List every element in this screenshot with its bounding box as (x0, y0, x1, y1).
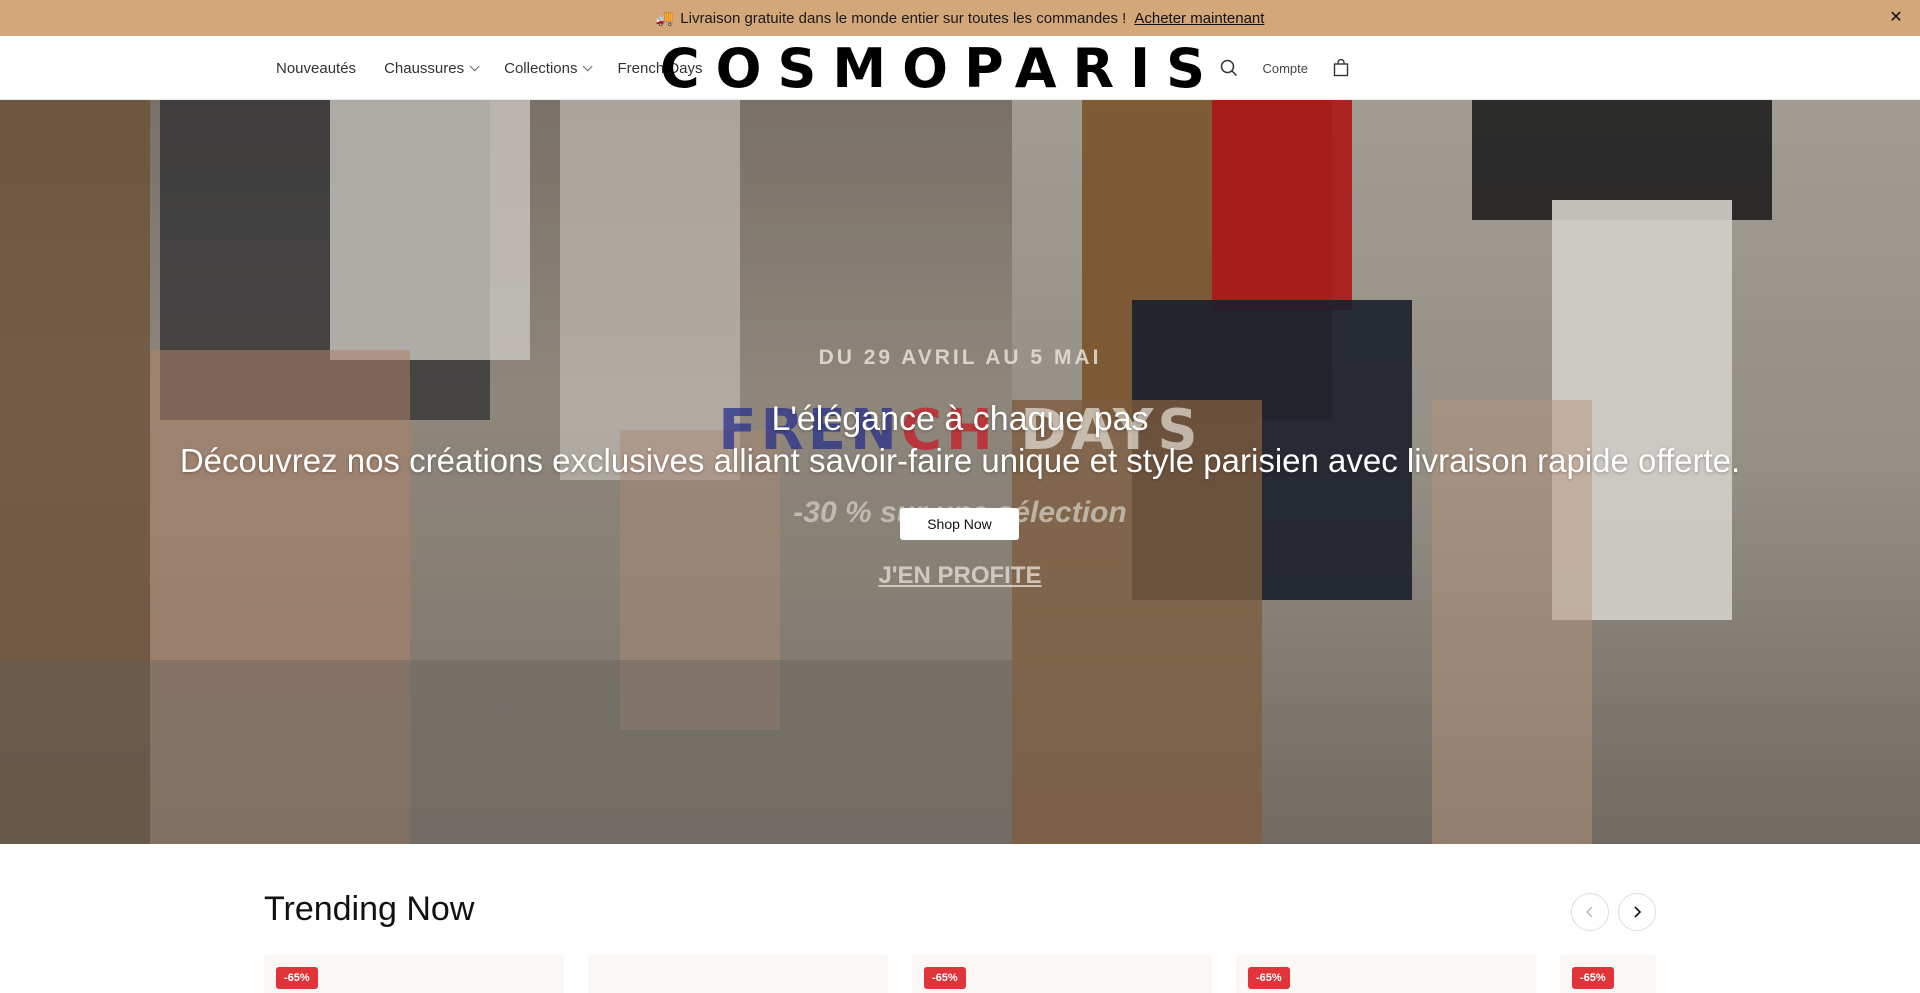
announcement-bar: 🚚 Livraison gratuite dans le monde entie… (0, 0, 1920, 36)
hero-title: L'élégance à chaque pas (771, 400, 1149, 438)
hero-subtitle: Découvrez nos créations exclusives allia… (179, 442, 1741, 479)
carousel-next-button[interactable] (1618, 893, 1656, 931)
product-card[interactable]: -65% (1560, 955, 1656, 993)
shop-now-button[interactable]: Shop Now (900, 508, 1019, 540)
product-carousel: -65% -65% -65% -65% (264, 955, 1656, 993)
nav-item-collections[interactable]: Collections (504, 59, 594, 77)
chevron-down-icon (469, 60, 480, 71)
section-title: Trending Now (264, 890, 475, 928)
discount-badge: -65% (924, 967, 966, 989)
account-link[interactable]: Compte (1262, 61, 1308, 76)
chevron-left-icon (1585, 906, 1593, 918)
product-card[interactable]: -65% (912, 955, 1212, 993)
product-card[interactable]: -65% (264, 955, 564, 993)
nav-item-label: Nouveautés (276, 59, 357, 77)
search-icon[interactable] (1218, 57, 1240, 79)
discount-badge: -65% (276, 967, 318, 989)
shop-now-link[interactable]: Acheter maintenant (1134, 10, 1264, 27)
product-card[interactable] (588, 955, 888, 993)
nav-item-nouveautes[interactable]: Nouveautés (276, 60, 356, 77)
site-header: Nouveautés Chaussures Collections French… (0, 36, 1920, 100)
discount-badge: -65% (1572, 967, 1614, 989)
product-card[interactable]: -65% (1236, 955, 1536, 993)
hero-date: DU 29 AVRIL AU 5 MAI (818, 346, 1102, 369)
main-nav: Nouveautés Chaussures Collections French… (276, 36, 703, 100)
hero-banner: DU 29 AVRIL AU 5 MAI FRENCH DAYS L'éléga… (0, 100, 1920, 844)
discount-badge: -65% (1248, 967, 1290, 989)
nav-item-chaussures[interactable]: Chaussures (384, 59, 480, 77)
announcement-text: Livraison gratuite dans le monde entier … (680, 9, 1127, 27)
chevron-down-icon (583, 60, 594, 71)
truck-icon: 🚚 (655, 10, 675, 27)
header-actions: Compte (1218, 36, 1352, 100)
hero-cta-link[interactable]: J'EN PROFITE (0, 562, 1920, 590)
nav-item-label: Collections (504, 59, 578, 77)
nav-item-label: Chaussures (384, 59, 465, 77)
brand-logo[interactable]: COSMOPARIS (660, 40, 1260, 98)
chevron-right-icon (1634, 906, 1642, 918)
cart-icon[interactable] (1330, 57, 1352, 79)
carousel-prev-button[interactable] (1571, 893, 1609, 931)
close-icon[interactable]: ✕ (1886, 8, 1906, 28)
